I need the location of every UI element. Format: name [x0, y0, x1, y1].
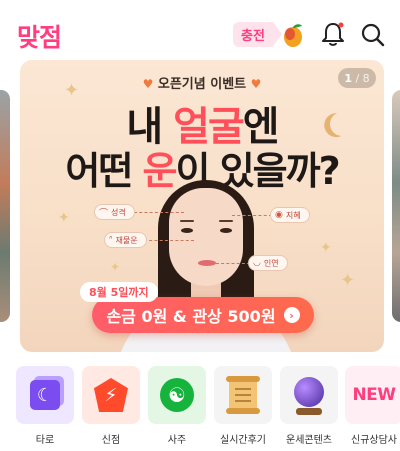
crystal-ball-icon	[294, 377, 324, 407]
chip-connector	[134, 212, 184, 213]
category-tile[interactable]: NEW	[345, 366, 400, 424]
category-fortune-content[interactable]: 운세콘텐츠	[280, 366, 338, 446]
charge-button[interactable]: 충전	[233, 22, 273, 47]
headline-text: 어떤	[65, 149, 143, 193]
category-tile[interactable]: ☾	[16, 366, 74, 424]
category-live-reviews[interactable]: 실시간후기	[214, 366, 272, 446]
lips-icon: ◡	[253, 258, 261, 268]
new-badge-icon: NEW	[352, 385, 396, 405]
next-banner-peek[interactable]	[392, 90, 400, 322]
sparkle-icon: ✦	[58, 210, 70, 226]
chip-connector	[216, 263, 250, 264]
portrait-eye	[181, 228, 193, 233]
event-tag-label: 오픈기념 이벤트	[157, 77, 247, 92]
sparkle-icon: ✦	[64, 80, 80, 101]
category-new-counselors[interactable]: NEW 신규상담사	[345, 366, 400, 446]
chip-personality: ⌒ 성격	[94, 204, 135, 220]
banner-cta-button[interactable]: 손금 0원 & 관상 500원 ›	[92, 297, 314, 333]
event-banner[interactable]: 1 / 8 ♥ 오픈기념 이벤트 ♥ 내 얼굴엔 어떤 운이 있을까? ✦ ✦ …	[20, 60, 384, 352]
chip-wealth: ᐢ 재물운	[104, 232, 147, 248]
chip-relationship: ◡ 인연	[248, 255, 288, 271]
chip-wisdom: ◉ 지혜	[270, 207, 310, 223]
cta-label: 손금 0원 & 관상 500원	[106, 307, 276, 326]
category-tarot[interactable]: ☾ 타로	[16, 366, 74, 446]
sparkle-icon: ✦	[110, 260, 121, 274]
bolt-shield-icon: ⚡	[94, 378, 128, 412]
category-tile[interactable]: ☯	[148, 366, 206, 424]
category-tile[interactable]	[214, 366, 272, 424]
tarot-moon-icon: ☾	[30, 380, 60, 410]
app-header: 맞점 충전	[0, 0, 400, 60]
sparkle-icon: ✦	[320, 240, 332, 256]
chevron-right-icon: ›	[283, 307, 300, 323]
search-icon[interactable]	[360, 22, 386, 48]
category-label: 실시간후기	[220, 435, 266, 446]
chip-label: 성격	[111, 207, 126, 217]
portrait-face	[169, 188, 243, 286]
portrait-lips	[198, 260, 216, 266]
chip-connector	[144, 240, 194, 241]
category-tile[interactable]	[280, 366, 338, 424]
banner-carousel[interactable]: 1 / 8 ♥ 오픈기념 이벤트 ♥ 내 얼굴엔 어떤 운이 있을까? ✦ ✦ …	[0, 60, 400, 354]
category-tile[interactable]: ⚡	[82, 366, 140, 424]
scroll-icon	[226, 376, 260, 414]
sparkle-icon: ✦	[340, 270, 356, 291]
mango-icon[interactable]	[280, 22, 306, 48]
eye-icon: ◉	[275, 210, 283, 220]
heart-icon: ♥	[250, 77, 262, 91]
category-menu: ☾ 타로 ⚡ 신점 ☯ 사주 실시간후기 운세콘텐츠 NEW 신규상담사	[0, 366, 400, 451]
category-label: 신점	[101, 435, 121, 446]
crystal-ball-base	[296, 408, 322, 415]
eyebrow-icon: ⌒	[99, 208, 109, 219]
deadline-badge: 8월 5일까지	[80, 282, 158, 302]
yin-yang-icon: ☯	[160, 378, 194, 412]
chip-label: 인연	[263, 258, 279, 268]
app-logo[interactable]: 맞점	[17, 18, 62, 54]
category-saju[interactable]: ☯ 사주	[148, 366, 206, 446]
category-label: 신규상담사	[351, 435, 397, 446]
category-label: 사주	[167, 435, 187, 446]
portrait-brow	[180, 220, 194, 222]
category-label: 운세콘텐츠	[286, 435, 332, 446]
notification-bell-icon[interactable]	[320, 20, 346, 48]
heart-icon: ♥	[142, 77, 154, 91]
portrait-brow	[219, 220, 233, 222]
chip-label: 지혜	[285, 210, 301, 220]
nose-icon: ᐢ	[109, 235, 113, 245]
previous-banner-peek[interactable]	[0, 90, 10, 322]
category-label: 타로	[35, 435, 55, 446]
chip-label: 재물운	[115, 235, 138, 245]
chip-connector	[232, 215, 272, 216]
headline-accent: 운	[142, 149, 178, 193]
category-shinjeom[interactable]: ⚡ 신점	[82, 366, 140, 446]
portrait-eye	[220, 228, 232, 233]
